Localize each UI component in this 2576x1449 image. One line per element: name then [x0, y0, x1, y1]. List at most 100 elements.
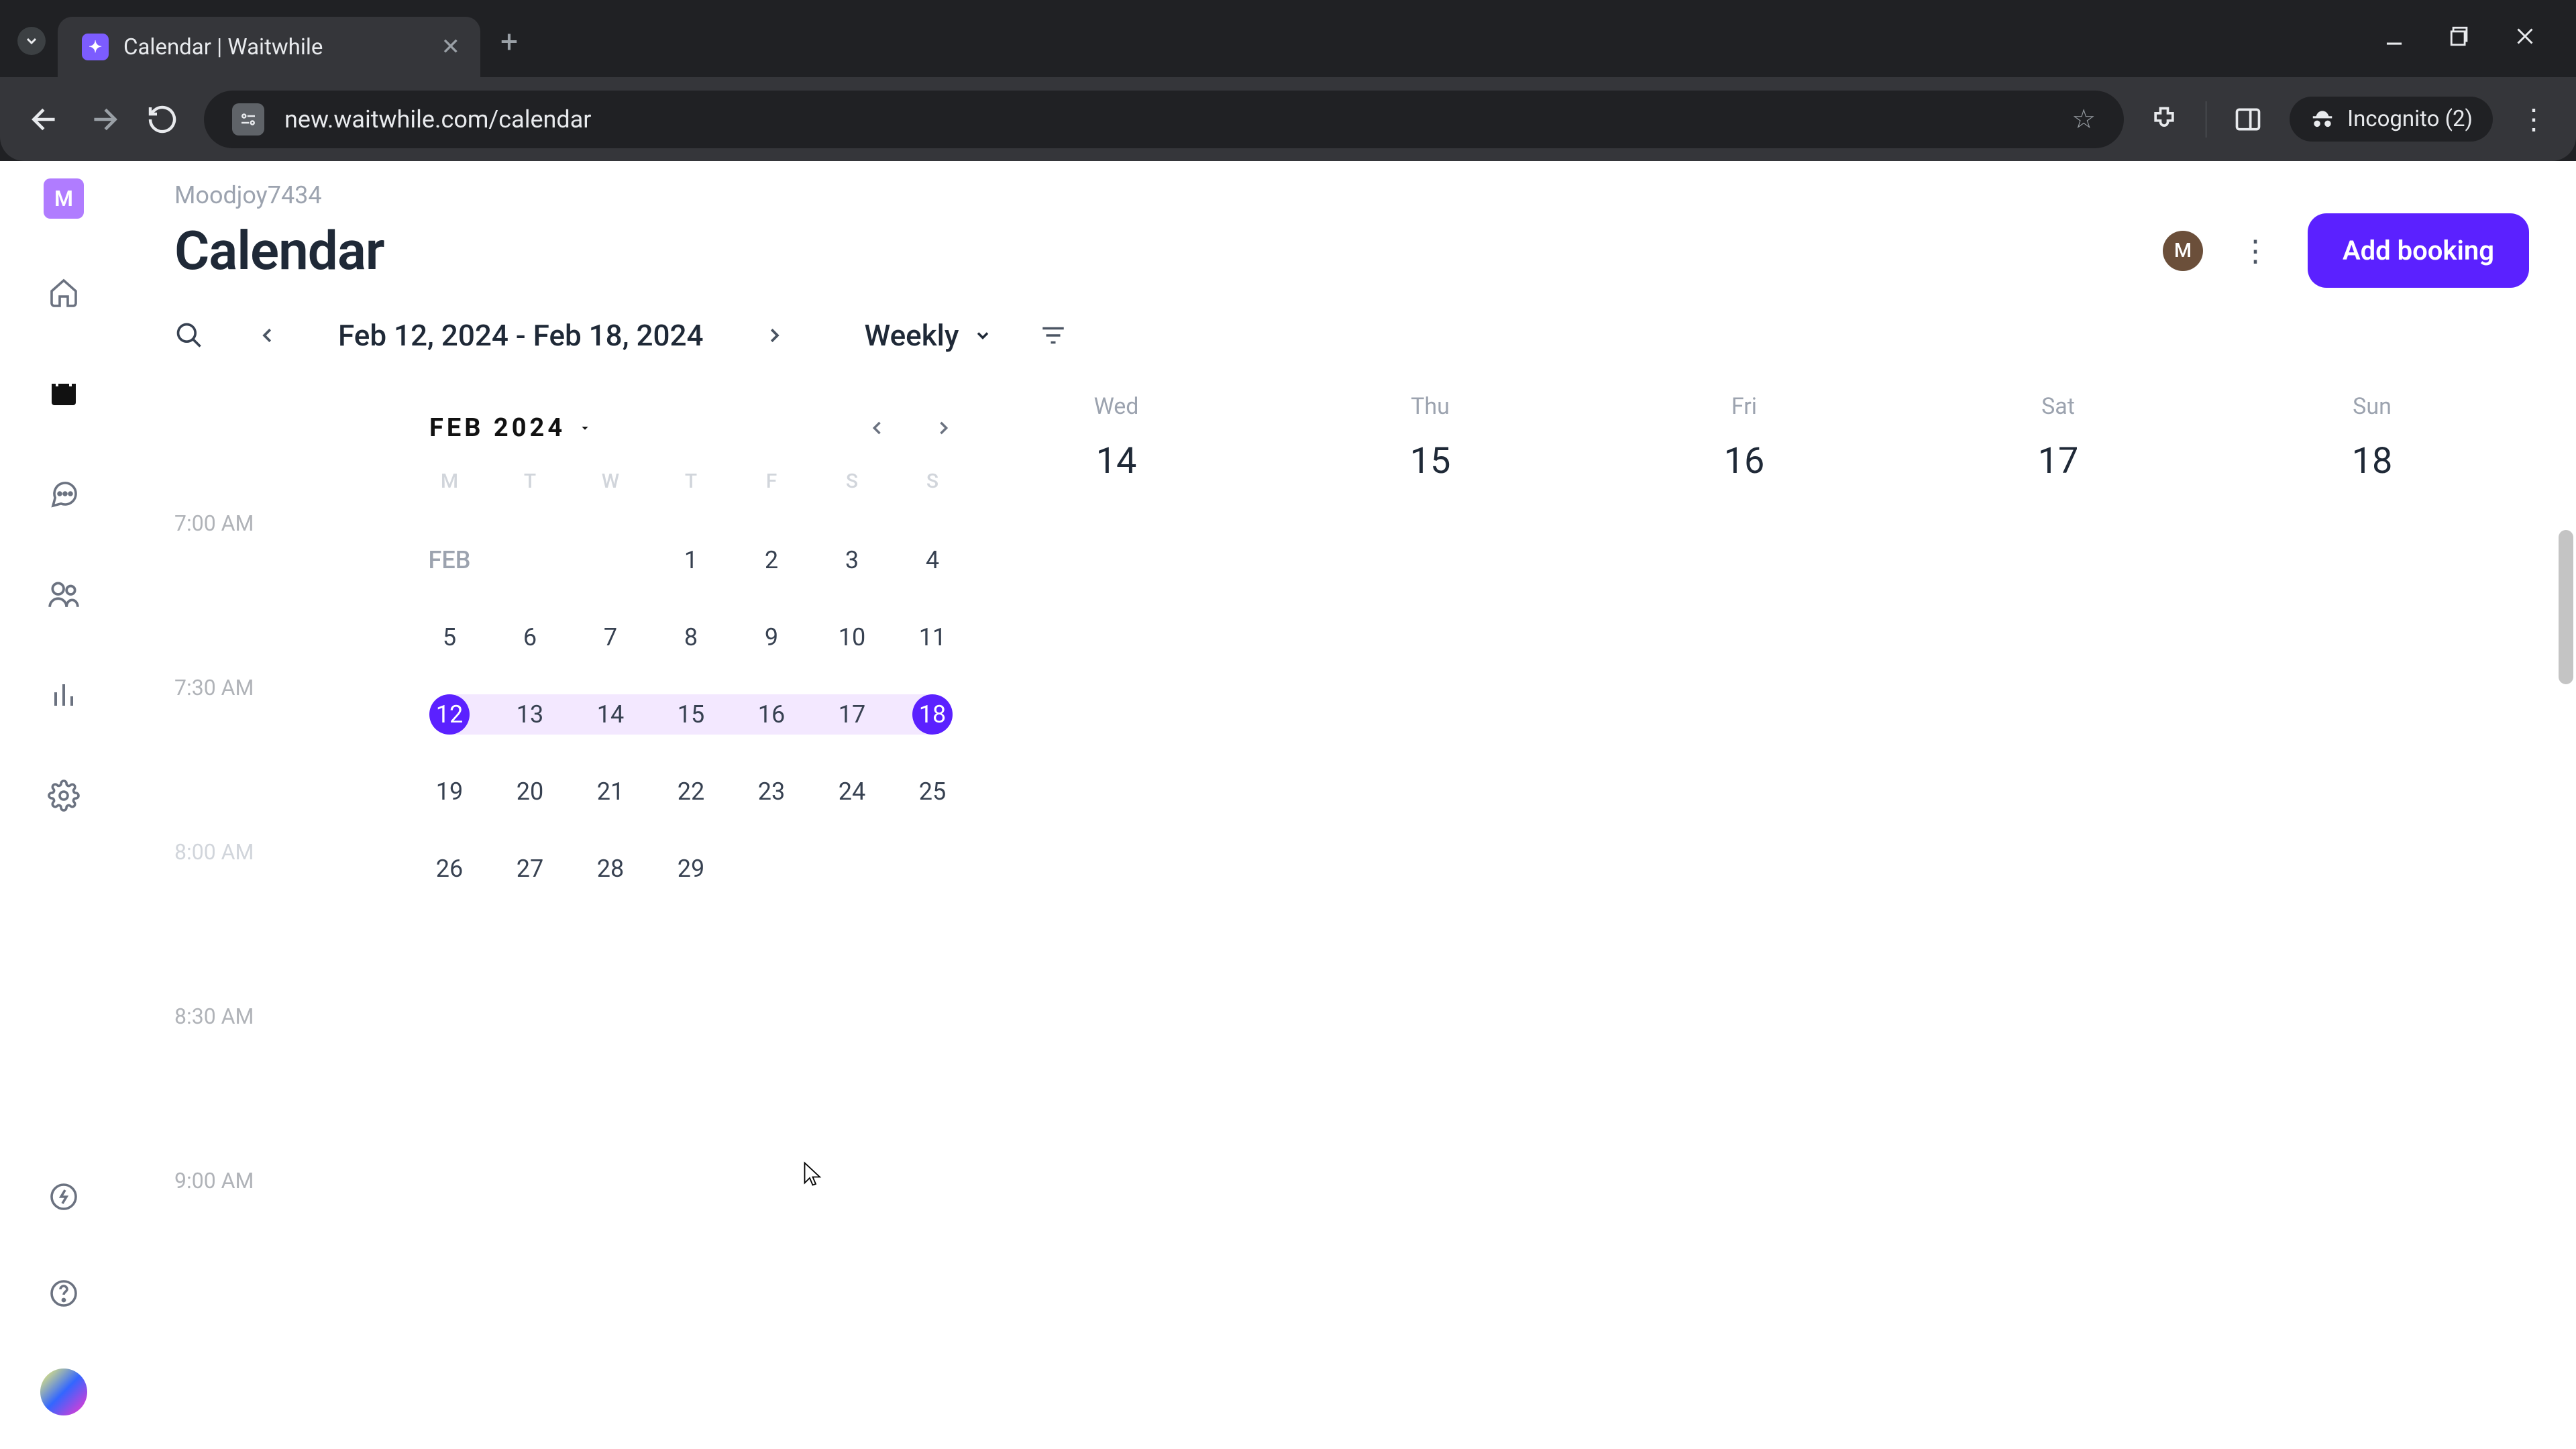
address-bar: new.waitwhile.com/calendar ☆ Incognito (… [0, 77, 2576, 161]
mini-day-empty [812, 849, 892, 889]
nav-settings[interactable] [42, 774, 85, 817]
mini-day-cell[interactable]: 10 [812, 617, 892, 657]
mini-day-cell[interactable]: 7 [570, 617, 651, 657]
next-range-button[interactable] [764, 325, 784, 345]
mini-day-cell[interactable]: 22 [651, 771, 731, 812]
mini-day-cell[interactable]: 11 [892, 617, 973, 657]
workspace-badge[interactable]: M [44, 178, 84, 219]
breadcrumb[interactable]: Moodjoy7434 [174, 181, 2529, 209]
mini-day-cell[interactable]: 28 [570, 849, 651, 889]
view-select[interactable]: Weekly [865, 318, 993, 353]
user-avatar[interactable]: M [2163, 231, 2203, 271]
scrollbar-thumb[interactable] [2559, 530, 2573, 684]
mini-day-cell[interactable]: 26 [409, 849, 490, 889]
nav-calendar[interactable] [42, 372, 85, 415]
day-header[interactable]: Sat17 [1901, 393, 2215, 482]
site-controls-icon[interactable] [232, 103, 264, 136]
more-menu-button[interactable]: ⋮ [2234, 233, 2277, 268]
mini-dow-label: T [490, 470, 570, 503]
mini-day-cell[interactable]: 5 [409, 617, 490, 657]
mini-day-cell[interactable]: 23 [731, 771, 812, 812]
tab-search-button[interactable] [17, 27, 46, 55]
mini-calendar-popover: FEB 2024 MTWTFSSFEB123456789101112131415… [402, 393, 979, 909]
main-content: Moodjoy7434 Calendar M ⋮ Add booking Feb… [127, 161, 2576, 1449]
nav-home[interactable] [42, 271, 85, 314]
mini-day-cell[interactable]: 20 [490, 771, 570, 812]
close-window-button[interactable] [2513, 24, 2537, 48]
browser-menu-button[interactable]: ⋮ [2520, 103, 2548, 136]
nav-help[interactable] [42, 1272, 85, 1315]
mini-day-cell[interactable]: 15 [651, 694, 731, 735]
sidepanel-button[interactable] [2233, 105, 2263, 134]
forward-button[interactable] [87, 103, 121, 136]
date-range-label[interactable]: Feb 12, 2024 - Feb 18, 2024 [338, 318, 704, 353]
mini-dow-label: S [812, 470, 892, 503]
mini-day-cell[interactable]: 13 [490, 694, 570, 735]
tab-title: Calendar | Waitwhile [123, 34, 427, 60]
header-actions: M ⋮ Add booking [2163, 213, 2529, 288]
extension-area: Incognito (2) ⋮ [2149, 97, 2548, 142]
mini-day-cell[interactable]: 29 [651, 849, 731, 889]
filter-button[interactable] [1039, 321, 1067, 350]
nav-power[interactable] [42, 1175, 85, 1218]
incognito-indicator[interactable]: Incognito (2) [2290, 97, 2493, 142]
time-column: 7:00 AM 7:30 AM 8:00 AM 8:30 AM 9:00 AM [174, 393, 288, 1332]
day-header[interactable]: Thu15 [1273, 393, 1587, 482]
mini-day-cell[interactable]: 27 [490, 849, 570, 889]
mini-dow-label: T [651, 470, 731, 503]
mini-day-cell[interactable]: 18 [892, 694, 973, 735]
mini-dow-label: F [731, 470, 812, 503]
mini-day-cell[interactable]: 14 [570, 694, 651, 735]
mini-day-cell[interactable]: 25 [892, 771, 973, 812]
mini-day-cell[interactable]: 8 [651, 617, 731, 657]
time-label: 7:00 AM [174, 511, 288, 675]
mini-day-cell[interactable]: 17 [812, 694, 892, 735]
extensions-button[interactable] [2149, 105, 2179, 134]
day-header[interactable]: Wed14 [959, 393, 1273, 482]
mini-dow-label: S [892, 470, 973, 503]
prev-range-button[interactable] [258, 325, 278, 345]
mini-day-cell[interactable]: 9 [731, 617, 812, 657]
day-header[interactable]: Sun18 [2215, 393, 2529, 482]
browser-tab[interactable]: ✦ Calendar | Waitwhile ✕ [58, 17, 480, 77]
calendar-toolbar: Feb 12, 2024 - Feb 18, 2024 Weekly [174, 318, 2529, 353]
day-header[interactable]: Fri16 [1587, 393, 1901, 482]
nav-messages[interactable] [42, 472, 85, 515]
sidebar-avatar[interactable] [40, 1368, 87, 1415]
mini-day-cell[interactable]: 19 [409, 771, 490, 812]
mini-day-cell[interactable]: 4 [892, 540, 973, 580]
time-label: 8:00 AM [174, 839, 288, 1004]
mini-day-cell[interactable]: 24 [812, 771, 892, 812]
dropdown-triangle-icon [578, 421, 592, 435]
mini-day-cell[interactable]: 21 [570, 771, 651, 812]
mini-day-cell[interactable]: 1 [651, 540, 731, 580]
page-title: Calendar [174, 219, 384, 282]
tab-close-button[interactable]: ✕ [441, 34, 461, 60]
mini-day-cell[interactable]: 6 [490, 617, 570, 657]
mini-day-cell[interactable]: 12 [409, 694, 490, 735]
scrollbar[interactable] [2556, 530, 2576, 1442]
mini-day-empty [570, 540, 651, 580]
add-booking-button[interactable]: Add booking [2308, 213, 2529, 288]
mini-day-cell[interactable]: 3 [812, 540, 892, 580]
back-button[interactable] [28, 103, 62, 136]
mini-calendar-month-select[interactable]: FEB 2024 [429, 413, 592, 443]
nav-users[interactable] [42, 573, 85, 616]
mini-next-month-button[interactable] [934, 419, 953, 437]
calendar-grid[interactable]: Wed14 Thu15 Fri16 Sat17 Sun18 FEB 2024 [288, 393, 2529, 1332]
nav-analytics[interactable] [42, 674, 85, 716]
app-root: M Moodjoy7434 Calendar M ⋮ Add booking [0, 161, 2576, 1449]
new-tab-button[interactable]: + [500, 24, 518, 60]
search-button[interactable] [174, 321, 204, 350]
url-bar[interactable]: new.waitwhile.com/calendar ☆ [204, 91, 2124, 148]
mini-day-cell[interactable]: 16 [731, 694, 812, 735]
maximize-button[interactable] [2449, 25, 2471, 48]
minimize-button[interactable] [2381, 23, 2407, 49]
header-row: Calendar M ⋮ Add booking [174, 213, 2529, 288]
mini-prev-month-button[interactable] [868, 419, 887, 437]
mini-day-cell[interactable]: 2 [731, 540, 812, 580]
reload-button[interactable] [146, 103, 178, 136]
bookmark-star-icon[interactable]: ☆ [2072, 103, 2096, 135]
tab-bar: ✦ Calendar | Waitwhile ✕ + [0, 0, 2576, 77]
time-label: 7:30 AM [174, 675, 288, 839]
